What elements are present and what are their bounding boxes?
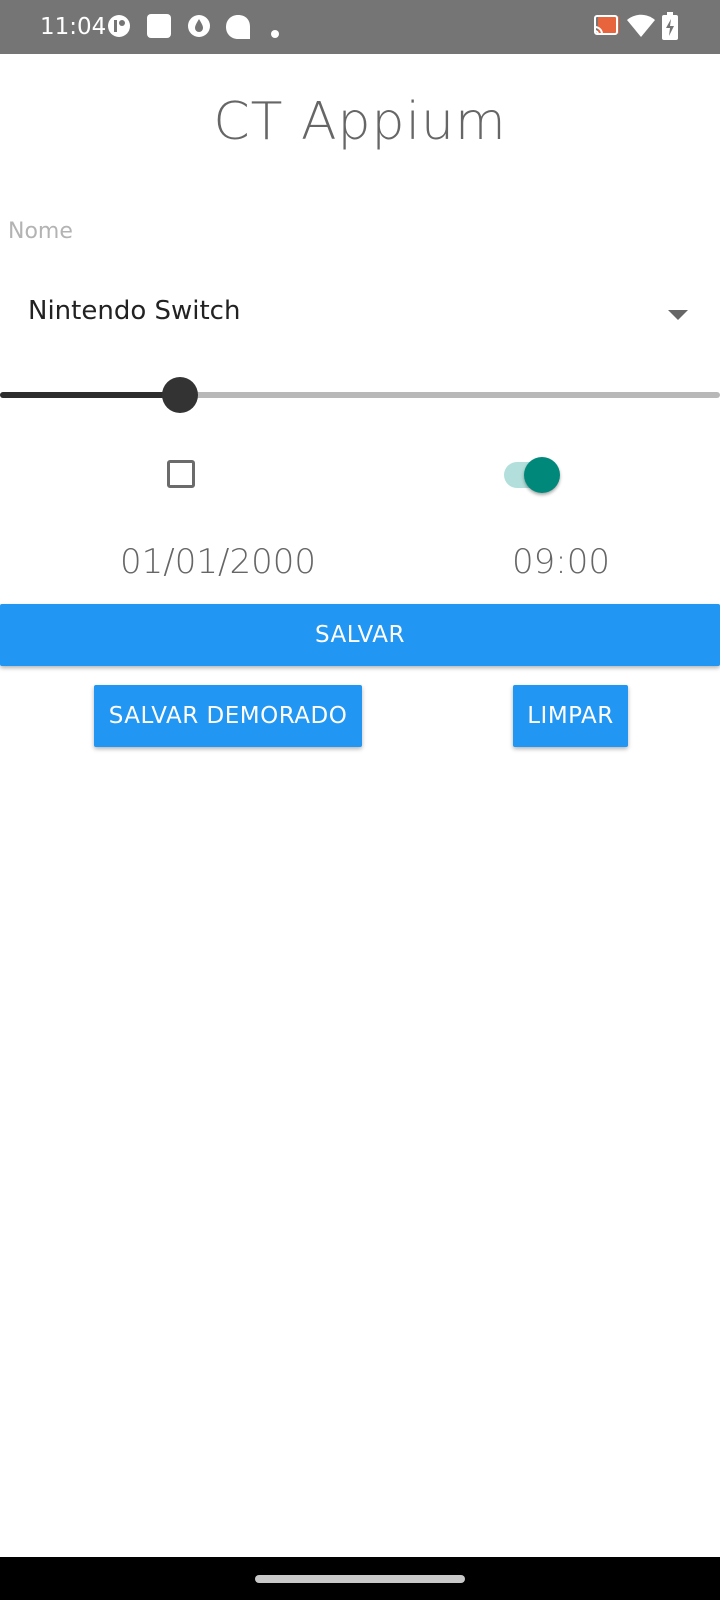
cast-icon: [594, 15, 620, 41]
home-gesture-handle[interactable]: [255, 1575, 465, 1583]
name-input[interactable]: [0, 206, 720, 256]
console-select-value: Nintendo Switch: [28, 296, 241, 326]
time-picker-text[interactable]: 09:00: [512, 542, 610, 582]
clear-button[interactable]: LIMPAR: [513, 685, 628, 747]
page-title: CT Appium: [213, 92, 507, 152]
status-bar: 11:04: [0, 0, 720, 54]
chevron-down-icon: [668, 310, 688, 320]
date-picker-text[interactable]: 01/01/2000: [120, 542, 316, 582]
navigation-bar: [0, 1557, 720, 1600]
more-notifications-dot-icon: [271, 23, 279, 42]
notification-app-icon: [107, 14, 131, 42]
save-button[interactable]: SALVAR: [0, 604, 720, 666]
notification-square-icon: [147, 14, 171, 42]
slider-thumb[interactable]: [162, 377, 198, 413]
slider-fill: [0, 392, 180, 398]
battery-charging-icon: [662, 12, 678, 44]
wifi-icon: [627, 14, 655, 42]
save-delayed-button[interactable]: SALVAR DEMORADO: [94, 685, 362, 747]
status-time: 11:04: [40, 14, 107, 40]
value-slider[interactable]: [0, 372, 720, 418]
switch-thumb: [524, 457, 560, 493]
console-select[interactable]: Nintendo Switch: [0, 280, 720, 350]
checkbox[interactable]: [167, 460, 195, 488]
notification-blob-icon: [225, 14, 251, 44]
notification-drop-icon: [187, 14, 211, 42]
toggle-switch[interactable]: [500, 456, 564, 496]
